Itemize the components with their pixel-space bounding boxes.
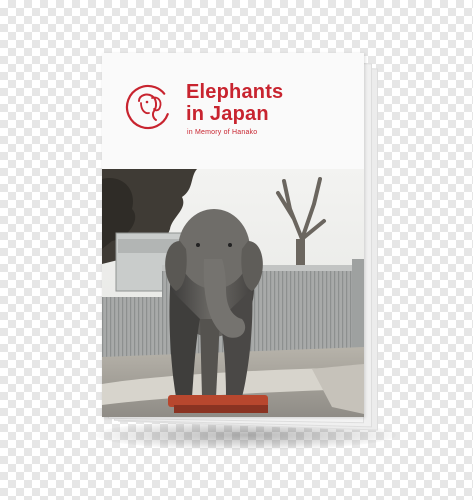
booklet-mockup: Elephants in Japan in Memory of Hanako: [0, 0, 473, 500]
booklet-subtitle: in Memory of Hanako: [187, 129, 258, 136]
elephant-head-icon: [125, 84, 171, 130]
booklet-title: Elephants in Japan: [186, 81, 284, 125]
booklet-cover: Elephants in Japan in Memory of Hanako: [102, 53, 364, 417]
elephant-photo: [102, 169, 364, 417]
